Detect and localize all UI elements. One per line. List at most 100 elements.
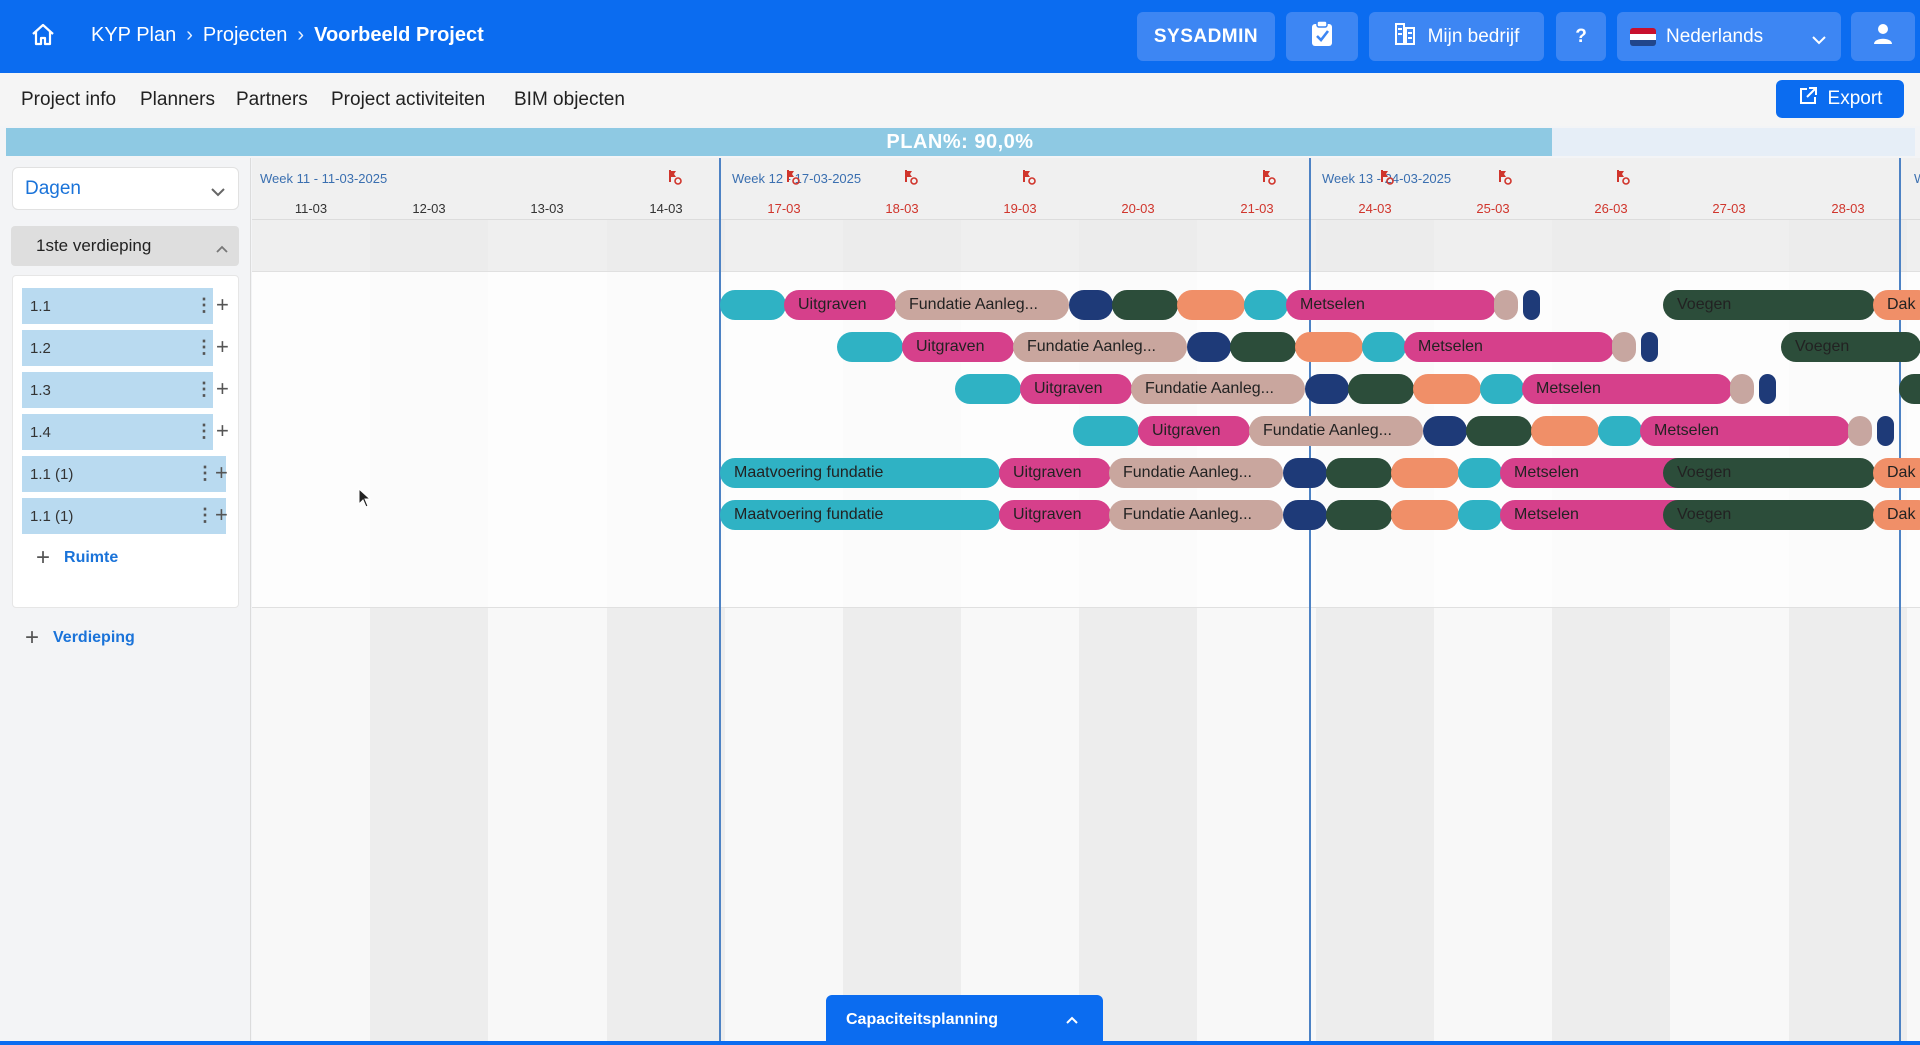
resource-marker-icon[interactable] xyxy=(1260,169,1276,185)
tab-project-activiteiten[interactable]: Project activiteiten xyxy=(331,89,485,111)
gantt-bar[interactable]: Voegen xyxy=(1781,332,1920,362)
gantt-bar[interactable]: Uitgraven xyxy=(784,290,896,320)
gantt-bar[interactable] xyxy=(837,332,903,362)
resource-marker-icon[interactable] xyxy=(1378,169,1394,185)
gantt-bar[interactable] xyxy=(1480,374,1524,404)
resource-marker-icon[interactable] xyxy=(666,169,682,185)
resource-marker-icon[interactable] xyxy=(784,169,800,185)
add-room-link[interactable]: + Ruimte xyxy=(36,544,118,572)
gantt-bar[interactable]: Voegen xyxy=(1663,458,1875,488)
breadcrumb-projecten[interactable]: Projecten xyxy=(203,24,288,47)
gantt-bar[interactable] xyxy=(1877,416,1894,446)
gantt-bar[interactable] xyxy=(1069,290,1113,320)
gantt-bar[interactable] xyxy=(1531,416,1599,446)
gantt-bar[interactable] xyxy=(1759,374,1776,404)
add-task-icon[interactable]: + xyxy=(216,294,229,316)
gantt-bar[interactable]: Uitgraven xyxy=(1138,416,1250,446)
room-row[interactable]: 1.3 xyxy=(22,372,213,408)
breadcrumb-kyp-plan[interactable]: KYP Plan xyxy=(91,24,176,47)
language-select[interactable]: Nederlands xyxy=(1617,12,1841,61)
view-mode-select[interactable]: Dagen xyxy=(12,167,239,210)
gantt-bar[interactable] xyxy=(1413,374,1481,404)
gantt-bar[interactable] xyxy=(1230,332,1296,362)
resource-marker-icon[interactable] xyxy=(902,169,918,185)
gantt-bar[interactable] xyxy=(1423,416,1467,446)
capacity-planning-tab[interactable]: Capaciteitsplanning xyxy=(826,995,1103,1045)
gantt-bar[interactable] xyxy=(1730,374,1754,404)
sysadmin-button[interactable]: SYSADMIN xyxy=(1137,12,1275,61)
gantt-bar[interactable] xyxy=(1283,500,1327,530)
more-options-icon[interactable]: ⋮ xyxy=(195,338,213,356)
gantt-bar[interactable]: Dak xyxy=(1873,500,1920,530)
gantt-bar[interactable]: Metselen xyxy=(1404,332,1614,362)
gantt-bar[interactable] xyxy=(1494,290,1518,320)
help-button[interactable]: ? xyxy=(1556,12,1606,61)
gantt-bar[interactable] xyxy=(1295,332,1363,362)
gantt-bar[interactable]: Uitgraven xyxy=(1020,374,1132,404)
tab-project-info[interactable]: Project info xyxy=(21,89,116,111)
gantt-bar[interactable] xyxy=(1391,458,1459,488)
user-button[interactable] xyxy=(1851,12,1915,61)
gantt-bar[interactable]: Uitgraven xyxy=(902,332,1014,362)
gantt-bar[interactable] xyxy=(1187,332,1231,362)
company-button[interactable]: Mijn bedrijf xyxy=(1369,12,1544,61)
resource-marker-icon[interactable] xyxy=(1614,169,1630,185)
gantt-bar[interactable] xyxy=(1112,290,1178,320)
gantt-bar[interactable] xyxy=(720,290,786,320)
gantt-bar[interactable] xyxy=(1305,374,1349,404)
more-options-icon[interactable]: ⋮ xyxy=(196,464,214,482)
more-options-icon[interactable]: ⋮ xyxy=(195,380,213,398)
add-task-icon[interactable]: + xyxy=(216,378,229,400)
gantt-bar[interactable]: Voegen xyxy=(1663,290,1875,320)
add-task-icon[interactable]: + xyxy=(215,462,228,484)
gantt-bar[interactable]: Dak xyxy=(1873,290,1920,320)
gantt-bar[interactable] xyxy=(1641,332,1658,362)
gantt-bar[interactable]: Metselen xyxy=(1286,290,1496,320)
more-options-icon[interactable]: ⋮ xyxy=(196,506,214,524)
room-row[interactable]: 1.2 xyxy=(22,330,213,366)
gantt-bar[interactable] xyxy=(1244,290,1288,320)
gantt-bar[interactable]: Maatvoering fundatie xyxy=(720,500,1000,530)
gantt-bar[interactable] xyxy=(1523,290,1540,320)
gantt-bar[interactable]: Voegen xyxy=(1663,500,1875,530)
resource-marker-icon[interactable] xyxy=(1496,169,1512,185)
gantt-bar[interactable]: Metselen xyxy=(1522,374,1732,404)
gantt-bar[interactable]: Fundatie Aanleg... xyxy=(1109,500,1283,530)
gantt-bar[interactable]: Fundatie Aanleg... xyxy=(1109,458,1283,488)
more-options-icon[interactable]: ⋮ xyxy=(195,296,213,314)
add-task-icon[interactable]: + xyxy=(215,504,228,526)
gantt-bar[interactable] xyxy=(1177,290,1245,320)
gantt-bar[interactable]: Fundatie Aanleg... xyxy=(1249,416,1423,446)
gantt-bar[interactable] xyxy=(1466,416,1532,446)
add-floor-link[interactable]: + Verdieping xyxy=(25,624,135,652)
gantt-bar[interactable]: Metselen xyxy=(1640,416,1850,446)
tab-bim-objecten[interactable]: BIM objecten xyxy=(514,89,625,111)
resource-marker-icon[interactable] xyxy=(1020,169,1036,185)
gantt-bar[interactable] xyxy=(1348,374,1414,404)
gantt-bar[interactable] xyxy=(955,374,1021,404)
tab-planners[interactable]: Planners xyxy=(140,89,215,111)
floor-header[interactable]: 1ste verdieping xyxy=(11,226,239,266)
room-row[interactable]: 1.4 xyxy=(22,414,213,450)
gantt-bar[interactable] xyxy=(1612,332,1636,362)
chevron-up-icon[interactable] xyxy=(215,239,229,259)
export-button[interactable]: Export xyxy=(1776,80,1904,118)
gantt-bar[interactable]: Uitgraven xyxy=(999,500,1111,530)
add-task-icon[interactable]: + xyxy=(216,336,229,358)
gantt-bar[interactable] xyxy=(1458,458,1502,488)
gantt-bar[interactable]: Fundatie Aanleg... xyxy=(1131,374,1305,404)
gantt-bar[interactable] xyxy=(1598,416,1642,446)
gantt-bar[interactable] xyxy=(1073,416,1139,446)
gantt-bar[interactable] xyxy=(1326,458,1392,488)
gantt-bar[interactable] xyxy=(1848,416,1872,446)
gantt-bar[interactable]: Fundatie Aanleg... xyxy=(1013,332,1187,362)
add-task-icon[interactable]: + xyxy=(216,420,229,442)
gantt-bar[interactable] xyxy=(1391,500,1459,530)
gantt-bar[interactable]: Uitgraven xyxy=(999,458,1111,488)
gantt-bar[interactable]: Maatvoering fundatie xyxy=(720,458,1000,488)
room-row[interactable]: 1.1 xyxy=(22,288,213,324)
gantt-bar[interactable] xyxy=(1326,500,1392,530)
gantt-bar[interactable]: Dak xyxy=(1873,458,1920,488)
gantt-bar[interactable] xyxy=(1283,458,1327,488)
gantt-bar[interactable] xyxy=(1362,332,1406,362)
